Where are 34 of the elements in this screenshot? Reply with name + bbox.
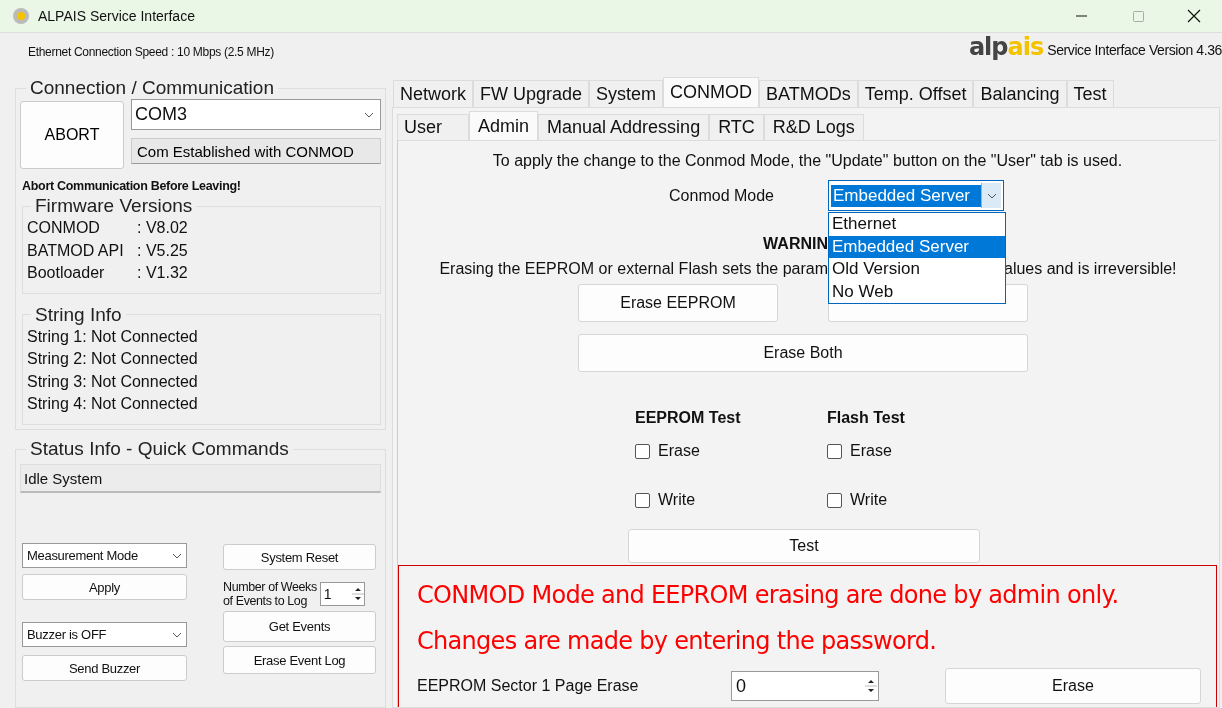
- checkbox-label: Write: [850, 491, 888, 509]
- checkbox-label: Write: [658, 491, 696, 509]
- version-text: Service Interface Version 4.36: [1047, 42, 1222, 58]
- firmware-version: : V8.02: [137, 218, 188, 238]
- string-status: String 4: Not Connected: [27, 394, 199, 414]
- firmware-name: BATMOD API: [27, 240, 125, 261]
- logo: alpais: [968, 33, 1044, 61]
- connection-speed: Ethernet Connection Speed : 10 Mbps (2.5 MHz): [28, 45, 274, 61]
- status-text: Idle System: [20, 464, 381, 493]
- test-title: Flash Test: [827, 409, 906, 427]
- checkbox-label: Erase: [850, 442, 892, 460]
- firmware-version: : V5.25: [137, 240, 188, 261]
- group-title: String Info: [34, 303, 123, 326]
- admin-notice: CONMOD Mode and EEPROM erasing are done by admin only. Changes are made by entering the password.: [417, 580, 1120, 657]
- group-title: Status Info - Quick Commands: [29, 438, 290, 460]
- string-status: String 3: Not Connected: [27, 371, 199, 392]
- warning-text: alues and is irreversible!: [1004, 260, 1178, 278]
- test-title: EEPROM Test: [635, 409, 742, 427]
- info-text: To apply the change to the Conmod Mode, the "Update" button on the "User" tab is used.: [491, 152, 1124, 170]
- firmware-version: : V1.32: [137, 263, 188, 283]
- weeks-label: Number of Weeks of Events to Log: [223, 580, 317, 608]
- window-title: ALPAIS Service Interface: [38, 8, 195, 24]
- firmware-name: Bootloader: [27, 263, 106, 283]
- string-status: String 1: Not Connected: [27, 326, 199, 347]
- warning-text: Erasing the EEPROM or external Flash sets the param: [439, 260, 828, 278]
- checkbox-label: Erase: [658, 442, 700, 460]
- sector-erase-label: EEPROM Sector 1 Page Erase: [417, 677, 640, 695]
- string-status: String 2: Not Connected: [27, 349, 199, 369]
- warning-title: WARNIN: [763, 235, 828, 253]
- abort-warning: Abort Communication Before Leaving!: [22, 179, 242, 193]
- firmware-name: CONMOD: [27, 218, 101, 238]
- conmod-mode-label: Conmod Mode: [669, 186, 774, 205]
- group-title: Connection / Communication: [29, 77, 275, 99]
- group-title: Firmware Versions: [34, 195, 194, 217]
